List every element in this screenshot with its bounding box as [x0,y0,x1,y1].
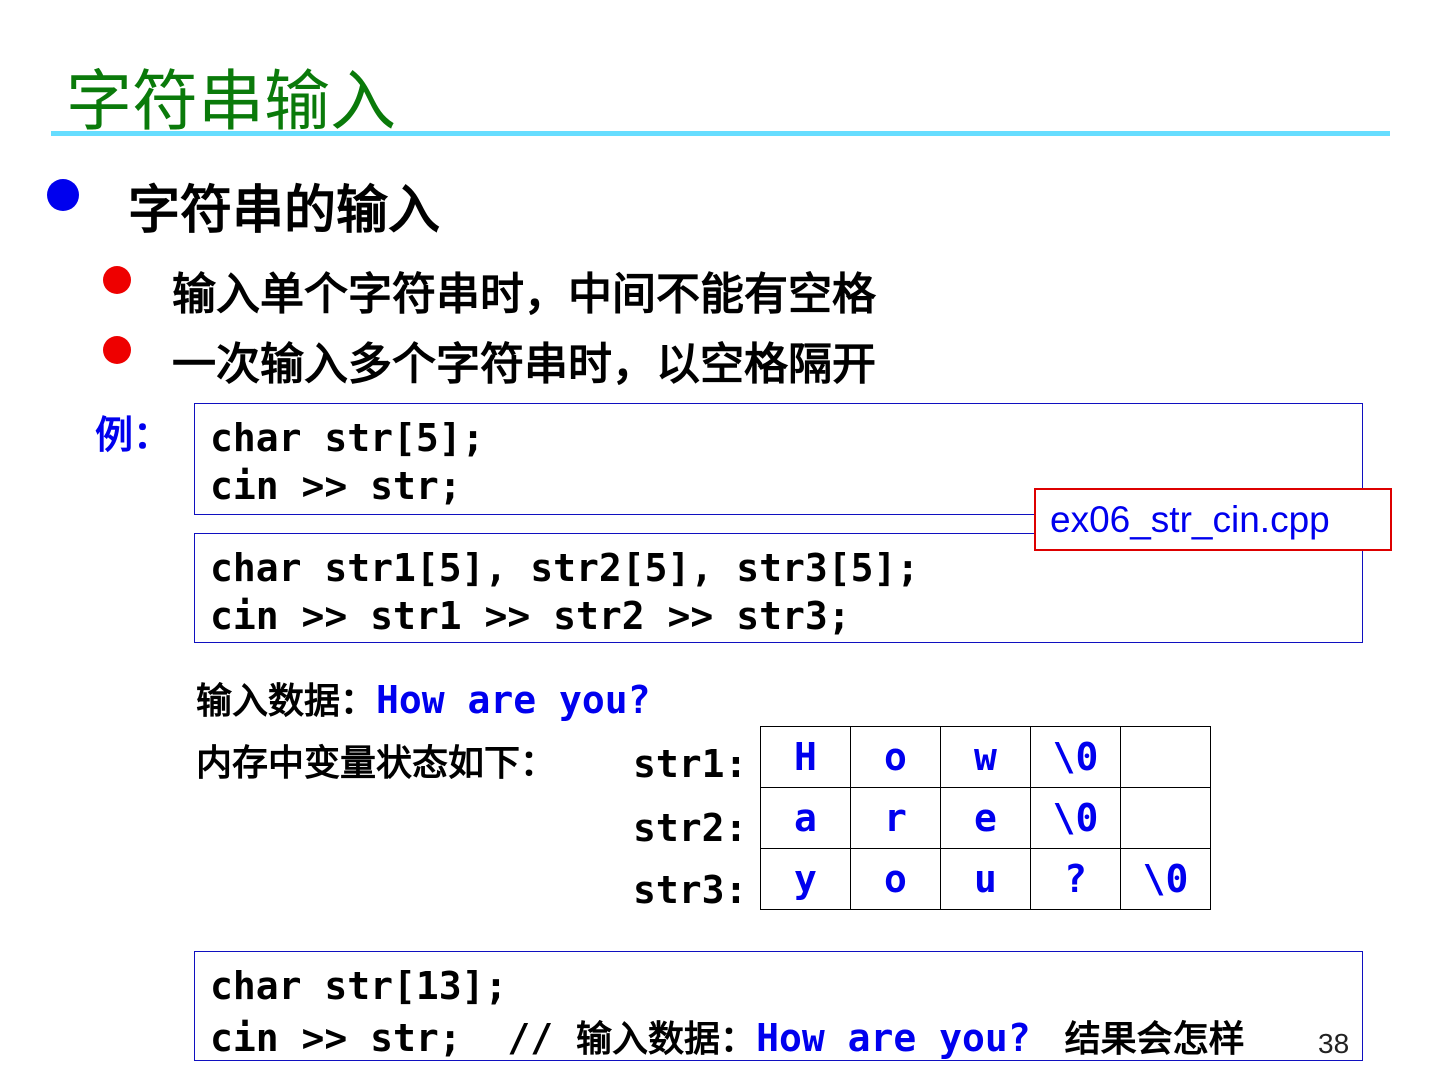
cell: e [940,787,1031,849]
str1-label: str1: [633,742,748,786]
cell: ? [1030,848,1121,910]
cell [1120,726,1211,788]
example-label: 例： [95,413,172,457]
cell: H [760,726,851,788]
code-text: cin >> str; // [210,1016,577,1060]
cell: \0 [1120,848,1211,910]
sub-bullet-1: 输入单个字符串时，中间不能有空格 [172,269,876,320]
cell [1120,787,1211,849]
cell: o [850,848,941,910]
cell: r [850,787,941,849]
input-value: How are you? [376,678,651,722]
code-line: char str[5]; [210,416,485,460]
code-box-3: char str[13]; cin >> str; // 输入数据：How ar… [194,951,1363,1061]
str2-label: str2: [633,806,748,850]
table-row: y o u? \0 [760,848,1211,910]
comment-label: 输入数据： [576,1019,757,1060]
bullet-red-icon [103,336,131,364]
bullet-red-icon [103,266,131,294]
comment-question: 结果会怎样 [1064,1019,1245,1060]
slide-title: 字符串输入 [66,63,396,140]
comment-value: How are you? [756,1016,1031,1060]
code-line: cin >> str; // 输入数据：How are you? 结果会怎样 [210,1010,1362,1062]
code-line: cin >> str1 >> str2 >> str3; [210,594,851,638]
str3-label: str3: [633,868,748,912]
cell: u [940,848,1031,910]
cell: o [850,726,941,788]
sub-bullet-2: 一次输入多个字符串时，以空格隔开 [172,339,876,390]
input-data-line: 输入数据：How are you? [196,672,651,724]
code-line: char str1[5], str2[5], str3[5]; [210,546,920,590]
title-underline [51,131,1390,136]
cell: w [940,726,1031,788]
memory-label: 内存中变量状态如下： [196,743,557,784]
filename-callout: ex06_str_cin.cpp [1034,488,1392,551]
memory-table: Ho w \0 a r e \0 y o u? \0 [760,726,1211,910]
bullet-main: 字符串的输入 [128,181,441,241]
cell: y [760,848,851,910]
cell: \0 [1030,726,1121,788]
input-label: 输入数据： [196,681,377,722]
filename-text: ex06_str_cin.cpp [1050,499,1330,540]
cell: a [760,787,851,849]
page-number: 38 [1318,1028,1350,1059]
bullet-blue-icon [47,179,79,211]
code-line: char str[13]; [210,964,508,1008]
table-row: Ho w \0 [760,726,1211,788]
table-row: a r e \0 [760,787,1211,849]
cell: \0 [1030,787,1121,849]
